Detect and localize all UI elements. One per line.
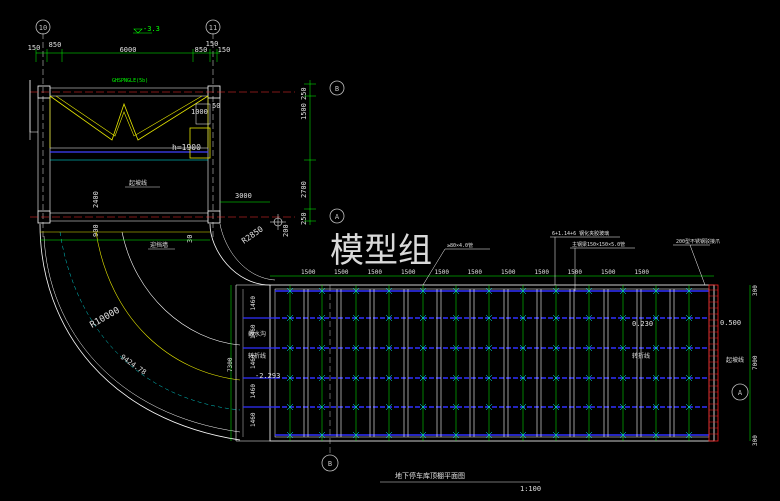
- dim-3000: 3000: [235, 192, 252, 200]
- grid-label-B-bottom: B: [328, 460, 332, 468]
- note-glass: 6+1.14+6 钢化夹胶玻璃: [552, 230, 609, 237]
- grid-label-A-top: A: [335, 213, 340, 221]
- left-grid-dim: 1460: [250, 354, 257, 369]
- dim-150-right-a: 150: [206, 40, 219, 48]
- curved-ramp: [39, 223, 276, 441]
- dim-900: 900: [92, 224, 100, 237]
- top-grid-dim: 1500: [535, 269, 550, 276]
- side-dimension-lines: [304, 80, 316, 225]
- drawing-scale: 1:100: [520, 485, 541, 493]
- grid-label-B-top: B: [335, 85, 339, 93]
- arc-length: 9424.78: [119, 353, 148, 376]
- right-dim-top: 300: [752, 285, 759, 296]
- left-grid-dim: 1460: [250, 384, 257, 399]
- dim-6000: 6000: [120, 46, 137, 54]
- side-dim-250-top: 250: [300, 87, 308, 100]
- stair-room: [29, 80, 295, 224]
- dim-50: 50: [212, 102, 220, 110]
- grid-bubble-A-right: A: [731, 383, 749, 401]
- top-grid-dim: 1500: [501, 269, 516, 276]
- right-dim-total: 7000: [752, 355, 759, 370]
- top-grid-dim: 1500: [635, 269, 650, 276]
- dim-1000: 1000: [191, 108, 208, 116]
- radius-10000: R10000: [89, 306, 122, 331]
- grid-bubble-A-top: A: [329, 208, 345, 224]
- dim-30: 30: [186, 235, 194, 243]
- level-positive: 0.230: [632, 320, 653, 328]
- radius-2850: R2850: [240, 224, 265, 245]
- side-dim-2700: 2700: [300, 181, 308, 198]
- left-grid-dim: 1460: [250, 324, 257, 339]
- grid-label-A-right: A: [738, 389, 743, 397]
- note-pipe: ≥80×4.0管: [447, 242, 473, 249]
- left-grid-dim: 1460: [250, 412, 257, 427]
- dim-150-left: 150: [28, 44, 41, 52]
- dim-150-right-b: 150: [218, 46, 231, 54]
- drawing-title: 地下停车库顶棚平面图: [395, 471, 465, 480]
- cad-drawing-viewport: 10 11 -3.3 150 850 6000 850 150 150 GHSP…: [0, 0, 780, 501]
- grid-label-10: 10: [39, 24, 47, 32]
- dim-2400: 2400: [92, 191, 100, 208]
- room-label: GHSPNGLE(5b): [112, 78, 148, 84]
- level-right: 0.500: [720, 319, 741, 327]
- dim-850-left: 850: [49, 41, 62, 49]
- cad-drawing: 10 11 -3.3 150 850 6000 850 150 150 GHSP…: [28, 19, 759, 493]
- turn-line-label-right: 转折线: [632, 352, 650, 360]
- slope-line-label: 起坡线: [129, 179, 147, 187]
- slope-line-right: 起坡线: [726, 356, 744, 364]
- top-grid-dim: 1500: [301, 269, 316, 276]
- note-spider: 200型不锈钢驳接爪: [676, 238, 720, 245]
- right-dim-bottom: 300: [752, 435, 759, 446]
- elevation-value-top: -3.3: [143, 25, 160, 33]
- top-grid-dim: 1500: [601, 269, 616, 276]
- note-main-beam: 主钢梁150×150×5.0管: [572, 241, 625, 248]
- side-dim-250-bottom: 250: [300, 212, 308, 225]
- left-grid-dim: 1460: [250, 296, 257, 311]
- watermark: 模型组: [330, 231, 432, 271]
- level-negative: -2.293: [255, 372, 280, 380]
- top-grid-dim: 1500: [468, 269, 483, 276]
- canopy-plan: [235, 284, 719, 442]
- parapet-label: 迎挡墙: [150, 241, 168, 249]
- grid-bubble-B-top: B: [329, 80, 345, 96]
- left-total-dim: 7300: [227, 357, 234, 372]
- h-label: h=1900: [172, 143, 201, 152]
- side-dim-1500: 1500: [300, 103, 308, 120]
- top-grid-dim: 1500: [435, 269, 450, 276]
- grid-label-11: 11: [209, 24, 217, 32]
- elevation-marker-top: -3.3: [133, 25, 160, 34]
- dim-200: 200: [282, 224, 290, 237]
